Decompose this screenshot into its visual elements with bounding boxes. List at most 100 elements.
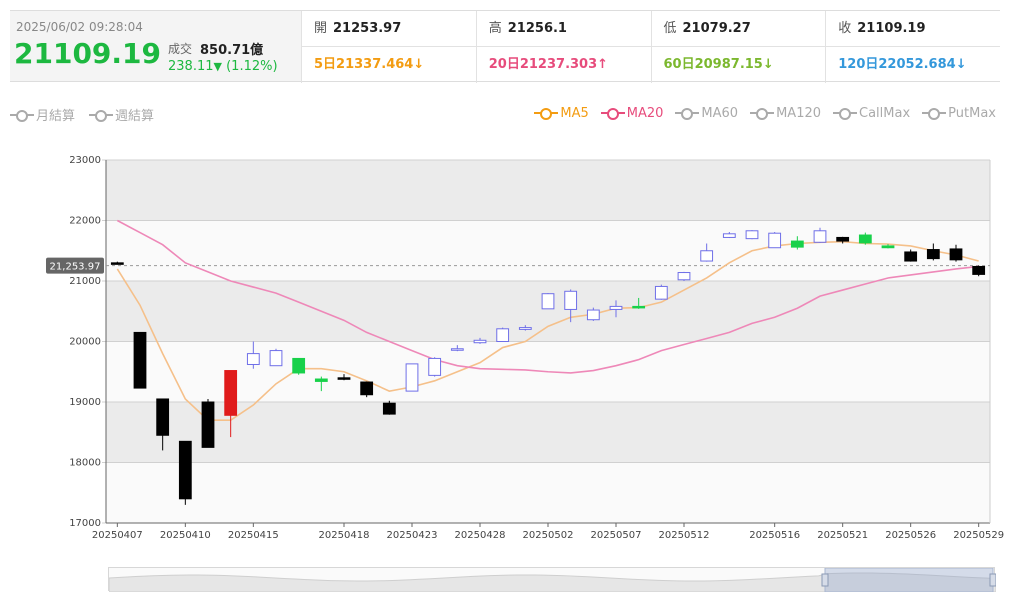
candle-body	[428, 357, 442, 376]
ohlc-row: 開 21253.97 高 21256.1 低 21079.27 收 21109.19	[301, 11, 1000, 47]
candle-body	[949, 248, 963, 261]
change-percent: (1.12%)	[226, 59, 278, 74]
open-cell: 開 21253.97	[301, 11, 476, 47]
legend-ma5[interactable]: MA5	[534, 105, 589, 121]
x-tick-label: 20250410	[160, 530, 211, 541]
quote-price: 21109.19	[14, 37, 162, 70]
legend-ma120[interactable]: MA120	[750, 105, 821, 121]
candle-body	[382, 402, 396, 415]
candle-body	[541, 293, 555, 310]
chart-band	[106, 462, 990, 523]
candle-body	[564, 290, 578, 310]
chart-band	[106, 160, 990, 221]
x-tick-label: 20250521	[817, 530, 868, 541]
x-tick-label: 20250512	[659, 530, 710, 541]
ma120-value: 120日22052.684↓	[825, 47, 1000, 83]
price-change: 238.11▼ (1.12%)	[168, 59, 278, 74]
candle-body	[700, 250, 714, 262]
scroller-svg[interactable]	[108, 567, 997, 593]
chart-band	[106, 402, 990, 463]
candle-body	[518, 327, 532, 330]
candle-body	[110, 262, 124, 265]
candle-body	[654, 285, 668, 300]
candle-body	[178, 440, 192, 500]
candle-body	[246, 353, 260, 365]
y-tick-label: 20000	[69, 337, 101, 348]
legend-label: MA5	[560, 105, 589, 121]
candle-body	[768, 232, 782, 249]
legend-label: 週結算	[115, 109, 155, 124]
candle-body	[360, 381, 374, 396]
candle-body	[722, 233, 736, 238]
ohlc-grid: 開 21253.97 高 21256.1 低 21079.27 收 21109.19 5…	[301, 10, 1000, 83]
candle-body	[133, 331, 147, 389]
ma-values-row: 5日21337.464↓ 20日21237.303↑ 60日20987.15↓ …	[301, 47, 1000, 83]
legend-marker-icon	[675, 105, 700, 121]
legend-putmax[interactable]: PutMax	[922, 105, 996, 121]
high-label: 高	[488, 21, 502, 36]
x-tick-label: 20250428	[455, 530, 506, 541]
candle-body	[609, 305, 623, 310]
volume-label: 成交	[168, 42, 193, 56]
data-zoom-scroller[interactable]	[108, 567, 997, 593]
quote-datetime: 2025/06/02 09:28:04	[16, 20, 143, 34]
chart-svg[interactable]: 17000 18000 19000 20000 21000 22000 23000 20250…	[0, 140, 1024, 560]
legend-label: MA20	[626, 105, 664, 121]
scroller-handle-left[interactable]	[821, 573, 829, 587]
chart-band	[106, 220, 990, 281]
candle-body	[790, 240, 804, 248]
legend-label: PutMax	[948, 105, 996, 121]
x-tick-label: 20250526	[885, 530, 936, 541]
volume-value: 850.71億	[200, 43, 264, 58]
x-tick-label: 20250516	[749, 530, 800, 541]
candle-body	[269, 350, 283, 367]
legend-ma20[interactable]: MA20	[600, 105, 664, 121]
legend-monthly-settlement[interactable]: 月結算	[10, 105, 75, 124]
x-tick-label: 20250507	[591, 530, 642, 541]
legend-label: MA120	[776, 105, 822, 121]
candle-body	[813, 230, 827, 243]
x-tick-label: 20250423	[387, 530, 438, 541]
x-tick-label: 20250415	[228, 530, 279, 541]
scroller-window[interactable]	[824, 567, 994, 593]
ma5-value: 5日21337.464↓	[301, 47, 476, 83]
change-value: 238.11	[168, 59, 214, 74]
candle-body	[450, 348, 464, 351]
x-tick-label: 20250407	[92, 530, 143, 541]
legend-marker-icon	[750, 105, 775, 121]
ma60-value: 60日20987.15↓	[650, 47, 826, 83]
scroller-handle-right[interactable]	[989, 573, 997, 587]
candle-body	[337, 377, 351, 380]
low-label: 低	[663, 21, 677, 36]
legend-marker-icon	[922, 105, 947, 121]
legend-callmax[interactable]: CallMax	[833, 105, 910, 121]
legend-marker-icon	[534, 105, 559, 121]
x-tick-label: 20250529	[953, 530, 1004, 541]
close-label: 收	[838, 21, 852, 36]
candle-body	[292, 357, 306, 374]
x-tick-label: 20250418	[319, 530, 370, 541]
candlestick-chart[interactable]: 17000 18000 19000 20000 21000 22000 23000 20250…	[0, 140, 1024, 560]
legend-label: CallMax	[859, 105, 911, 121]
candle-body	[745, 230, 759, 240]
candle-body	[224, 370, 238, 416]
candle-body	[677, 272, 691, 281]
y-tick-label: 17000	[69, 518, 101, 529]
legend-ma60[interactable]: MA60	[675, 105, 738, 121]
low-value: 21079.27	[682, 21, 751, 36]
open-label: 開	[314, 21, 328, 36]
candle-body	[156, 398, 170, 436]
candle-body	[405, 363, 419, 392]
candle-body	[586, 309, 600, 321]
candle-body	[858, 234, 872, 244]
legend-weekly-settlement[interactable]: 週結算	[89, 105, 154, 124]
high-value: 21256.1	[507, 21, 567, 36]
candle-body	[201, 401, 215, 448]
y-tick-label: 23000	[69, 155, 101, 166]
ma-legend: MA5 MA20 MA60 MA120 CallMax PutMax	[534, 105, 996, 121]
x-tick-label: 20250502	[523, 530, 574, 541]
candle-body	[496, 328, 510, 342]
legend-label: 月結算	[36, 109, 76, 124]
y-tick-label: 22000	[69, 216, 101, 227]
change-down-arrow-icon: ▼	[213, 60, 222, 73]
